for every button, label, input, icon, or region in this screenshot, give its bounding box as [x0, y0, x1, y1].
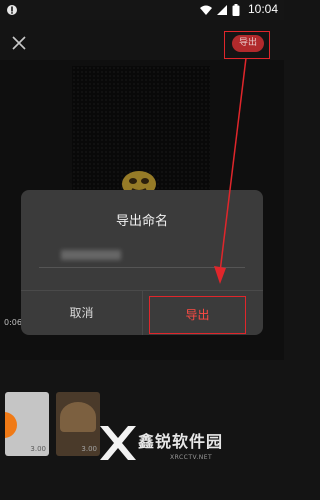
export-button[interactable]: 导出: [232, 35, 264, 52]
watermark-url: XRCCTV.NET: [170, 454, 213, 461]
status-time: 10:04: [247, 2, 278, 16]
cellular-signal-icon: [217, 5, 227, 15]
export-name-dialog: 导出命名 取消 导出: [21, 190, 263, 335]
battery-icon: [232, 4, 240, 16]
clip-duration: 3.00: [30, 445, 46, 453]
close-icon[interactable]: [10, 34, 28, 52]
clip-duration: 3.00: [81, 445, 97, 453]
confirm-export-button[interactable]: 导出: [149, 296, 246, 334]
clip-thumbnail[interactable]: 3.00: [5, 392, 49, 456]
clip-thumbnail[interactable]: 3.00: [56, 392, 100, 456]
android-robot-icon: [7, 5, 17, 15]
blurred-filename-text: [61, 250, 121, 260]
watermark-logo: [100, 426, 136, 460]
timeline-time: 0:06: [4, 318, 22, 327]
watermark-brand: 鑫锐软件园: [138, 432, 224, 451]
status-bar: 10:04: [0, 0, 284, 20]
dialog-title: 导出命名: [115, 214, 168, 229]
dialog-button-divider: [142, 291, 143, 335]
cancel-button[interactable]: 取消: [21, 291, 142, 335]
filename-input[interactable]: [39, 242, 245, 268]
wifi-icon: [200, 5, 212, 15]
